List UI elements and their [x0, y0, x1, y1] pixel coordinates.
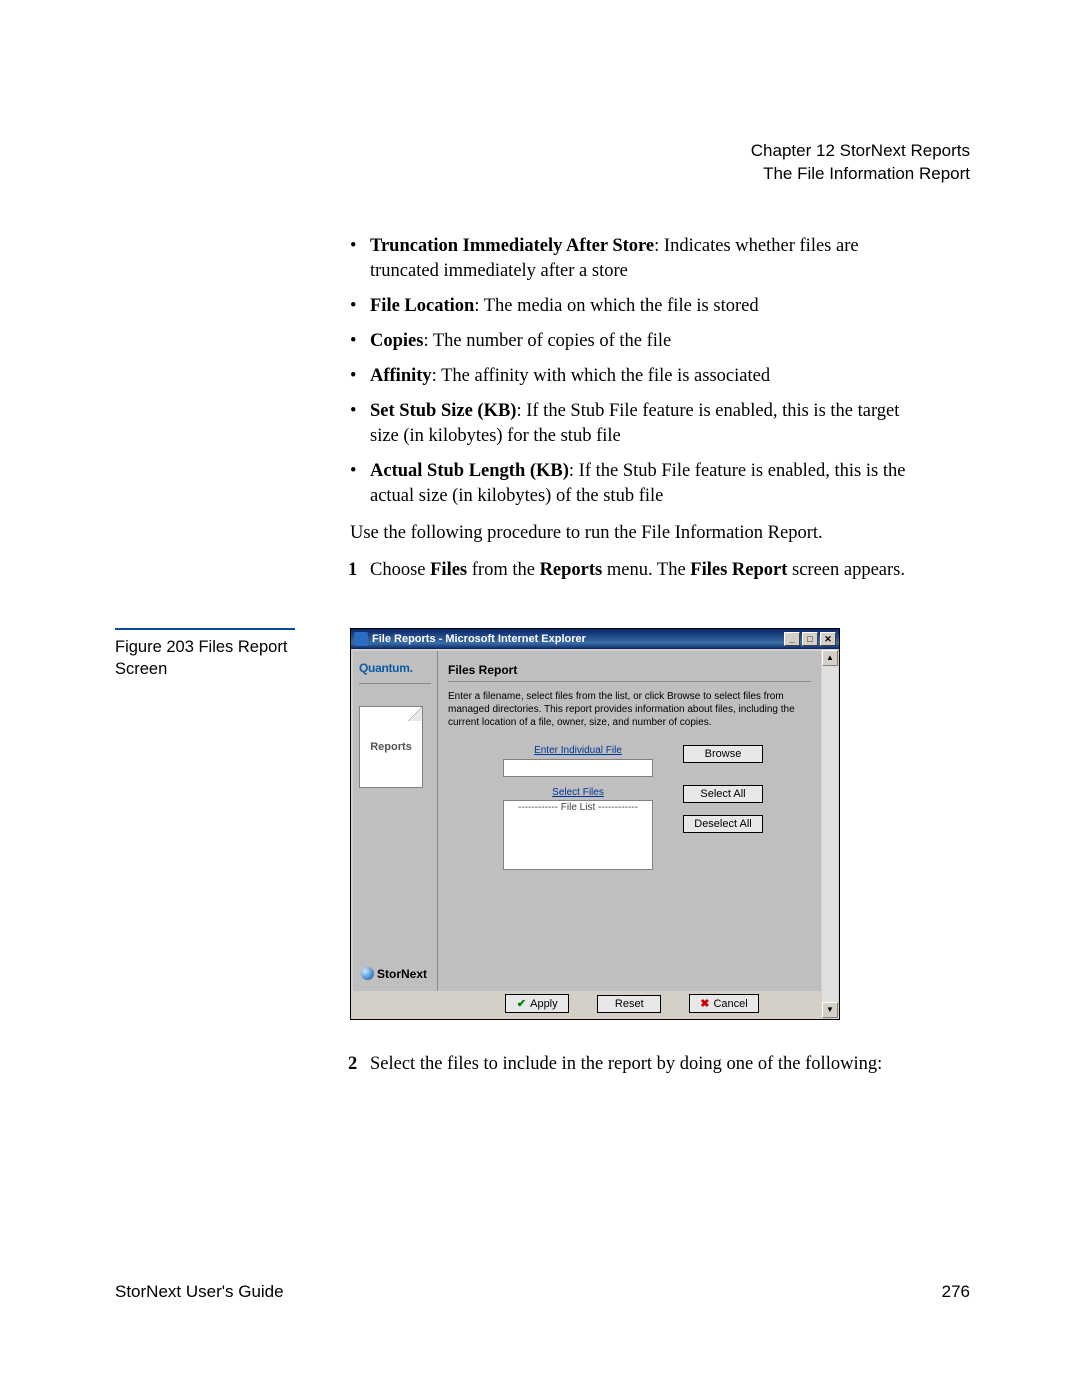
bullet-item: • Actual Stub Length (KB): If the Stub F…: [350, 459, 915, 509]
maximize-button[interactable]: □: [802, 632, 818, 646]
globe-icon: [361, 967, 374, 980]
page-header: Chapter 12 StorNext Reports The File Inf…: [115, 140, 970, 186]
left-sidebar: Quantum. Reports StorNext: [353, 651, 438, 991]
panel-title: Files Report: [448, 663, 811, 677]
reports-tab[interactable]: Reports: [359, 706, 423, 788]
window-titlebar: File Reports - Microsoft Internet Explor…: [351, 629, 839, 649]
bullet-mark: •: [350, 459, 370, 509]
scroll-up-button[interactable]: ▲: [822, 650, 838, 666]
brand-logo: Quantum.: [359, 661, 431, 675]
bullet-item: • Set Stub Size (KB): If the Stub File f…: [350, 399, 915, 449]
intro-paragraph: Use the following procedure to run the F…: [350, 521, 915, 546]
main-panel: Files Report Enter a filename, select fi…: [438, 651, 821, 991]
select-all-button[interactable]: Select All: [683, 785, 763, 803]
close-button[interactable]: ✕: [820, 632, 836, 646]
footer-right: 276: [942, 1282, 970, 1302]
figure-rule: [115, 628, 295, 630]
browse-button[interactable]: Browse: [683, 745, 763, 763]
footer-left: StorNext User's Guide: [115, 1282, 284, 1302]
product-logo: StorNext: [361, 967, 427, 981]
section-line: The File Information Report: [115, 163, 970, 186]
select-files-label: Select Files: [503, 787, 653, 798]
bullet-mark: •: [350, 399, 370, 449]
bullet-item: • Truncation Immediately After Store: In…: [350, 234, 915, 284]
step-number: 1: [348, 558, 370, 583]
x-icon: ✖: [700, 997, 709, 1010]
screenshot-window: File Reports - Microsoft Internet Explor…: [350, 628, 840, 1020]
bullet-mark: •: [350, 364, 370, 389]
step-text: Choose Files from the Reports menu. The …: [370, 558, 905, 583]
bullet-text: Set Stub Size (KB): If the Stub File fea…: [370, 399, 915, 449]
product-name: StorNext: [377, 967, 427, 981]
step-2: 2 Select the files to include in the rep…: [348, 1052, 915, 1077]
action-button-row: ✔Apply Reset ✖Cancel: [443, 991, 821, 1017]
deselect-all-button[interactable]: Deselect All: [683, 815, 763, 833]
individual-file-label: Enter Individual File: [503, 745, 653, 756]
bullet-item: • Copies: The number of copies of the fi…: [350, 329, 915, 354]
bullet-text: Actual Stub Length (KB): If the Stub Fil…: [370, 459, 915, 509]
individual-file-input[interactable]: [503, 759, 653, 777]
bullet-item: • File Location: The media on which the …: [350, 294, 915, 319]
figure-caption: Figure 203 Files Report Screen: [115, 636, 310, 681]
step-1: 1 Choose Files from the Reports menu. Th…: [348, 558, 915, 583]
reset-button[interactable]: Reset: [597, 995, 661, 1013]
apply-button[interactable]: ✔Apply: [505, 994, 569, 1013]
bullet-item: • Affinity: The affinity with which the …: [350, 364, 915, 389]
divider: [359, 683, 431, 684]
window-title: File Reports - Microsoft Internet Explor…: [372, 633, 782, 645]
bullet-mark: •: [350, 234, 370, 284]
file-list[interactable]: ------------ File List ------------: [503, 800, 653, 870]
panel-description: Enter a filename, select files from the …: [448, 690, 811, 729]
ie-icon: [354, 632, 368, 646]
minimize-button[interactable]: _: [784, 632, 800, 646]
scroll-down-button[interactable]: ▼: [822, 1002, 838, 1018]
page-footer: StorNext User's Guide 276: [115, 1282, 970, 1302]
divider: [448, 681, 811, 682]
chapter-line: Chapter 12 StorNext Reports: [115, 140, 970, 163]
bullet-text: Copies: The number of copies of the file: [370, 329, 671, 354]
bullet-text: File Location: The media on which the fi…: [370, 294, 759, 319]
step-text: Select the files to include in the repor…: [370, 1052, 882, 1077]
step-number: 2: [348, 1052, 370, 1077]
reports-tab-label: Reports: [370, 741, 412, 753]
cancel-button[interactable]: ✖Cancel: [689, 994, 758, 1013]
bullet-text: Truncation Immediately After Store: Indi…: [370, 234, 915, 284]
bullet-text: Affinity: The affinity with which the fi…: [370, 364, 770, 389]
bullet-mark: •: [350, 329, 370, 354]
bullet-mark: •: [350, 294, 370, 319]
check-icon: ✔: [517, 997, 526, 1010]
scrollbar[interactable]: ▲ ▼: [822, 650, 838, 1018]
